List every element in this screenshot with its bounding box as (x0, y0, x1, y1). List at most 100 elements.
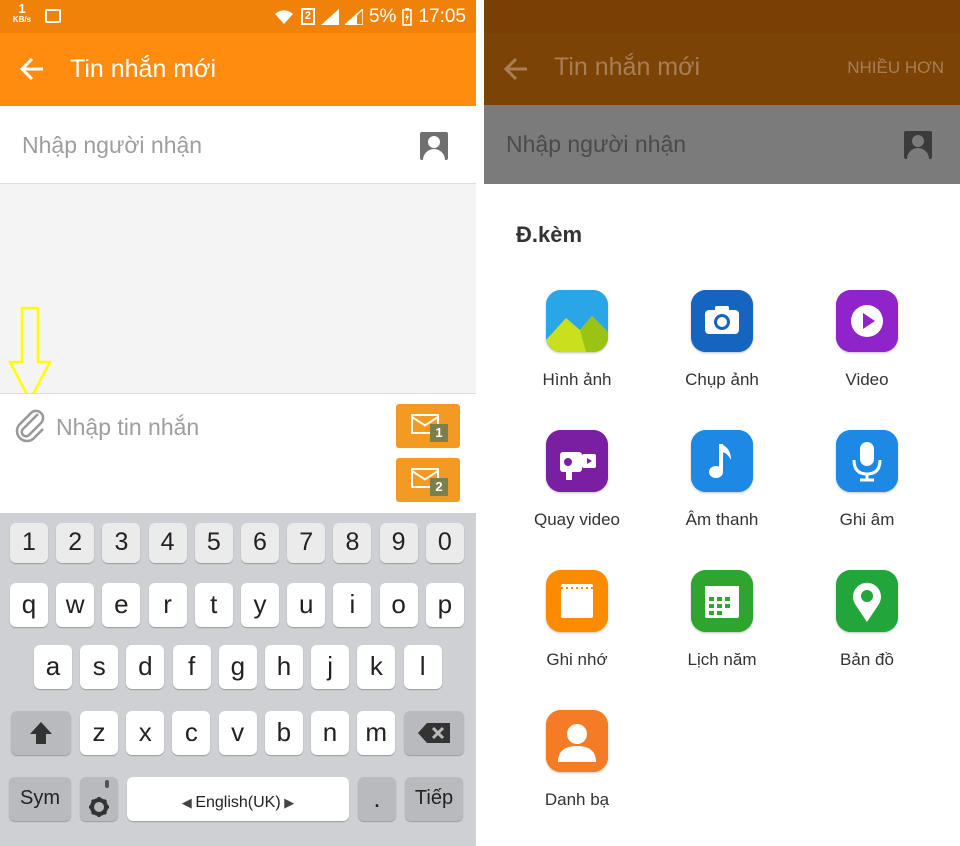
attachment-option[interactable]: Danh bạ (502, 710, 652, 810)
key[interactable]: 6 (241, 523, 279, 563)
key[interactable]: c (172, 711, 211, 755)
key-backspace[interactable] (404, 711, 464, 755)
key[interactable]: o (379, 583, 418, 627)
attachment-option[interactable]: Âm thanh (647, 430, 797, 530)
shift-arrow-icon (30, 722, 52, 744)
recipient-field-dimmed[interactable]: Nhập người nhận (484, 105, 960, 184)
annotation-arrow-icon (8, 306, 52, 402)
send-sim2-button[interactable]: 2 (396, 458, 460, 502)
attachment-label: Danh bạ (544, 790, 610, 809)
keyboard: Sym ◀ English(UK) ▶ . Tiếp 1234567890 qwe… (0, 513, 476, 846)
image-notification-icon (45, 9, 61, 23)
status-bar: 1 KB/s 2 5% 17:05 (0, 0, 476, 33)
key[interactable]: k (357, 645, 396, 689)
key[interactable]: 4 (148, 523, 187, 563)
wifi-icon (274, 9, 293, 24)
back-arrow-icon[interactable] (18, 55, 46, 83)
speed-unit: KB/s (12, 15, 32, 24)
key[interactable]: u (287, 583, 326, 627)
recipient-field[interactable]: Nhập người nhận (0, 106, 476, 184)
attachment-option[interactable]: Ghi nhớ (502, 570, 652, 670)
calendar-icon (691, 570, 753, 632)
key[interactable]: w (56, 583, 95, 627)
send-sim1-button[interactable]: 1 (396, 404, 460, 448)
key[interactable]: g (218, 645, 257, 689)
battery-percent: 5% (368, 5, 397, 27)
sim2-badge: 2 (430, 478, 448, 496)
key[interactable]: 7 (287, 523, 326, 563)
status-bar-dimmed (484, 0, 960, 33)
sim-slot-icon: 2 (300, 8, 315, 25)
battery-charging-icon (402, 7, 413, 26)
key[interactable]: j (311, 645, 350, 689)
recipient-placeholder: Nhập người nhận (22, 132, 203, 158)
key[interactable]: s (80, 645, 119, 689)
app-bar: Tin nhắn mới (0, 33, 476, 106)
key[interactable]: 0 (425, 523, 464, 563)
attachment-option[interactable]: Chụp ảnh (647, 290, 797, 390)
key-shift[interactable] (11, 711, 71, 755)
attachment-option[interactable]: Hình ảnh (502, 290, 652, 390)
message-input[interactable]: Nhập tin nhắn (56, 414, 199, 441)
key[interactable]: l (403, 645, 442, 689)
attachment-option[interactable]: Quay video (502, 430, 652, 530)
key[interactable]: v (218, 711, 257, 755)
attachment-option[interactable]: Bản đồ (792, 570, 942, 670)
key[interactable]: 3 (102, 523, 141, 563)
divider (476, 0, 484, 846)
key-space[interactable]: ◀ English(UK) ▶ (127, 777, 349, 821)
key[interactable]: n (311, 711, 349, 755)
key[interactable]: 8 (333, 523, 372, 563)
key[interactable]: 5 (194, 523, 233, 563)
attachment-label: Ghi nhớ (546, 650, 608, 669)
key[interactable]: z (80, 711, 118, 755)
clock: 17:05 (418, 5, 466, 27)
key[interactable]: e (102, 583, 141, 627)
key[interactable]: m (357, 711, 396, 755)
page-title: Tin nhắn mới (554, 53, 701, 81)
video-play-icon (836, 290, 898, 352)
attachment-option[interactable]: Video (792, 290, 942, 390)
more-button[interactable]: NHIỀU HƠN (847, 58, 944, 78)
key[interactable]: 2 (56, 523, 95, 563)
video-recorder-icon (546, 430, 608, 492)
network-speed: 1 KB/s (10, 2, 34, 25)
key[interactable]: i (333, 583, 372, 627)
space-language-label: English(UK) (195, 794, 281, 811)
key-settings[interactable] (80, 777, 118, 821)
key[interactable]: p (425, 583, 464, 627)
page-title: Tin nhắn mới (70, 55, 217, 83)
attachment-option[interactable]: Lịch năm (647, 570, 797, 670)
microphone-icon (836, 430, 898, 492)
gallery-icon (546, 290, 608, 352)
key[interactable]: x (126, 711, 165, 755)
key[interactable]: q (10, 583, 48, 627)
key[interactable]: f (172, 645, 211, 689)
key[interactable]: r (148, 583, 187, 627)
signal-2-icon (344, 8, 363, 25)
key-sym[interactable]: Sym (9, 777, 71, 821)
attachment-label: Video (845, 370, 889, 389)
attachment-option[interactable]: Ghi âm (792, 430, 942, 530)
back-arrow-icon[interactable] (502, 55, 530, 83)
contact-picker-icon[interactable] (420, 132, 448, 160)
memo-icon (546, 570, 608, 632)
sheet-title: Đ.kèm (516, 222, 583, 247)
key[interactable]: 1 (10, 523, 48, 563)
key[interactable]: b (264, 711, 303, 755)
attachment-label: Chụp ảnh (685, 370, 759, 389)
backspace-icon (418, 723, 450, 743)
key[interactable]: y (241, 583, 279, 627)
contact-picker-icon[interactable] (904, 131, 932, 159)
key-period[interactable]: . (358, 777, 396, 821)
recipient-placeholder: Nhập người nhận (506, 131, 687, 157)
key[interactable]: 9 (379, 523, 418, 563)
key-next[interactable]: Tiếp (405, 777, 463, 821)
attach-icon[interactable] (14, 408, 46, 444)
key[interactable]: h (265, 645, 303, 689)
key[interactable]: d (126, 645, 165, 689)
attachment-label: Hình ảnh (542, 370, 612, 389)
key[interactable]: a (34, 645, 72, 689)
key[interactable]: t (194, 583, 233, 627)
signal-icon (320, 8, 339, 25)
